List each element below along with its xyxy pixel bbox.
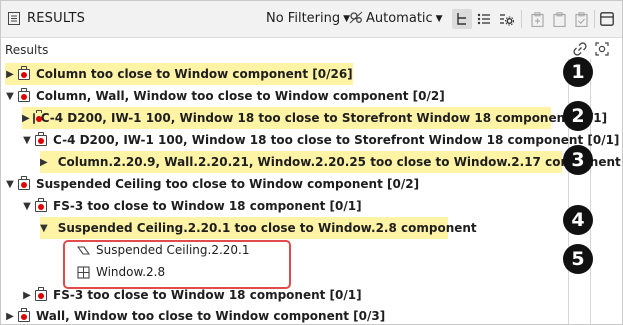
toolbar-separator xyxy=(521,10,522,28)
tree-row-column-window[interactable]: ▶ Column too close to Window component [… xyxy=(5,63,353,85)
clipboard-icon xyxy=(552,11,566,27)
column-divider xyxy=(590,59,591,324)
tree-row-suspended-ceiling[interactable]: ▼ Suspended Ceiling too close to Window … xyxy=(5,173,419,195)
tree-row-label: Column too close to Window component [0/… xyxy=(36,67,353,81)
issue-icon xyxy=(18,65,30,80)
element-highlight-box xyxy=(63,240,291,289)
copy-issue-button[interactable] xyxy=(549,9,569,29)
results-label: Results xyxy=(5,43,49,57)
results-panel: RESULTS No Filtering ▼ Automatic ▼ Resul… xyxy=(0,0,623,325)
panel-header: RESULTS No Filtering ▼ Automatic ▼ xyxy=(1,1,622,38)
tree-row-wall-window[interactable]: ▶ Wall, Window too close to Window compo… xyxy=(5,305,386,324)
list-settings-icon xyxy=(499,14,514,26)
tree-row-suspended-ceiling-2-20-1[interactable]: ▼ Suspended Ceiling.2.20.1 too close to … xyxy=(40,217,477,239)
chevron-right-icon[interactable]: ▶ xyxy=(5,69,15,80)
issue-icon xyxy=(18,87,30,102)
mode-dropdown[interactable]: Automatic ▼ xyxy=(349,11,443,26)
check-issue-button[interactable] xyxy=(571,9,591,29)
hierarchy-icon xyxy=(457,13,466,25)
list-view-button[interactable] xyxy=(474,9,494,29)
chevron-down-icon[interactable]: ▼ xyxy=(40,223,48,234)
automatic-mode-icon xyxy=(349,11,363,24)
tree-row-label: C-4 D200, IW-1 100, Window 18 too close … xyxy=(40,111,608,125)
list-icon xyxy=(477,13,490,25)
tree-row-c4-storefront-2[interactable]: ▼ C-4 D200, IW-1 100, Window 18 too clos… xyxy=(22,129,619,151)
hierarchy-view-button[interactable] xyxy=(452,9,472,29)
tree-row-label: Suspended Ceiling.2.20.1 too close to Wi… xyxy=(57,221,477,235)
chevron-right-icon[interactable]: ▶ xyxy=(22,290,32,301)
tree-row-label: Wall, Window too close to Window compone… xyxy=(36,309,386,323)
tree-row-label: FS-3 too close to Window 18 component [0… xyxy=(53,199,362,213)
toolbar-separator xyxy=(594,10,595,28)
filter-dropdown[interactable]: No Filtering ▼ xyxy=(266,11,350,26)
callout-badge: 1 xyxy=(563,57,593,87)
issue-icon xyxy=(35,197,47,212)
chevron-right-icon[interactable]: ▶ xyxy=(22,113,30,124)
callout-badge: 4 xyxy=(563,205,593,235)
callout-badge: 2 xyxy=(563,101,593,131)
list-settings-button[interactable] xyxy=(496,9,516,29)
tree-row-column-wall-window[interactable]: ▼ Column, Wall, Window too close to Wind… xyxy=(5,85,445,107)
tree-row-column-2-20-9[interactable]: ▶ Column.2.20.9, Wall.2.20.21, Window.2.… xyxy=(40,151,621,173)
link-icon[interactable] xyxy=(573,42,587,56)
tree-row-label: Suspended Ceiling too close to Window co… xyxy=(36,177,420,191)
tree-row-label: Column.2.20.9, Wall.2.20.21, Window.2.20… xyxy=(57,155,621,169)
chevron-down-icon: ▼ xyxy=(435,14,443,24)
chevron-down-icon[interactable]: ▼ xyxy=(5,179,15,190)
tree-row-label: FS-3 too close to Window 18 component [0… xyxy=(53,288,362,302)
chevron-down-icon[interactable]: ▼ xyxy=(5,91,15,102)
panel-title: RESULTS xyxy=(27,11,86,26)
chevron-right-icon[interactable]: ▶ xyxy=(5,311,15,322)
filter-label: No Filtering xyxy=(266,11,341,26)
panel-layout-icon xyxy=(600,12,614,26)
clipboard-add-icon xyxy=(530,11,544,27)
issue-icon xyxy=(35,286,47,301)
tree-row-label: Column, Wall, Window too close to Window… xyxy=(36,89,445,103)
tree-row-c4-storefront-1[interactable]: ▶ C-4 D200, IW-1 100, Window 18 too clos… xyxy=(22,107,607,129)
chevron-down-icon[interactable]: ▼ xyxy=(22,201,32,212)
callout-badge: 3 xyxy=(563,145,593,175)
add-issue-button[interactable] xyxy=(527,9,547,29)
results-list-icon xyxy=(8,12,20,25)
chevron-right-icon[interactable]: ▶ xyxy=(40,157,48,168)
clipboard-check-icon xyxy=(574,11,588,27)
tree-row-fs3-window-1[interactable]: ▼ FS-3 too close to Window 18 component … xyxy=(22,195,362,217)
zoom-to-element-icon[interactable] xyxy=(595,42,609,56)
mode-label: Automatic xyxy=(366,11,433,26)
issue-icon xyxy=(35,131,47,146)
issue-icon xyxy=(18,307,30,322)
callout-badge: 5 xyxy=(563,244,593,274)
layout-toggle-button[interactable] xyxy=(597,9,617,29)
tree-row-label: C-4 D200, IW-1 100, Window 18 too close … xyxy=(53,133,620,147)
issue-icon xyxy=(32,109,42,124)
issue-icon xyxy=(18,175,30,190)
chevron-down-icon[interactable]: ▼ xyxy=(22,135,32,146)
column-divider xyxy=(568,59,569,324)
